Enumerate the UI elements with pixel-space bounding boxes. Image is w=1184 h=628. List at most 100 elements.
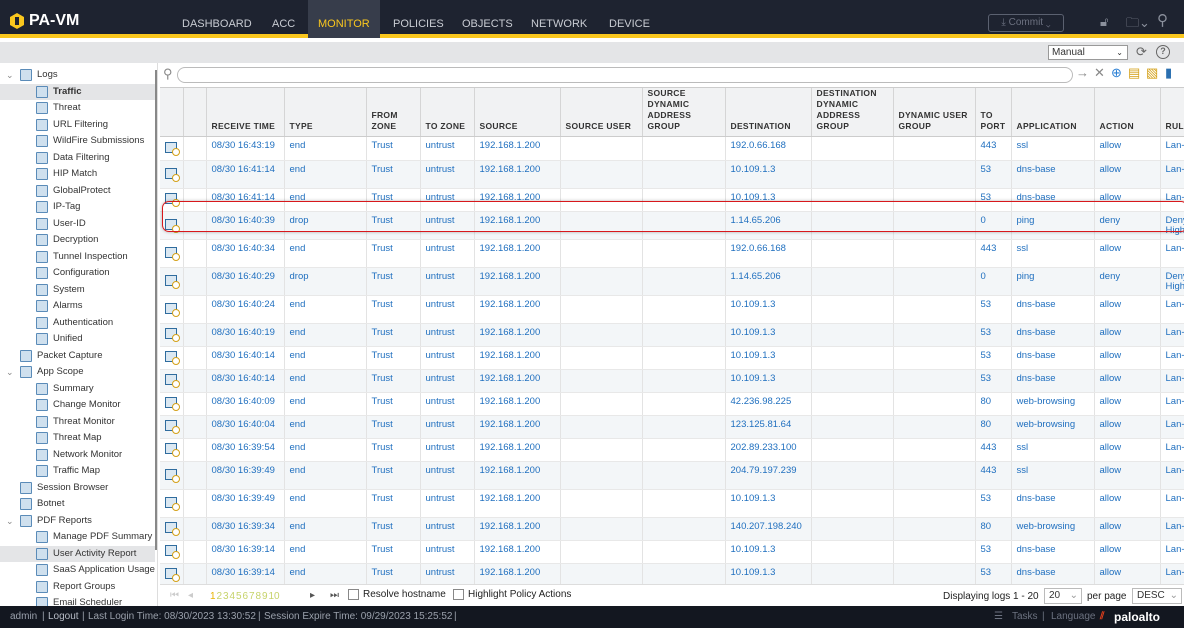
destination-cell[interactable]: 140.207.198.240 xyxy=(725,517,812,541)
sidebar-item-threat[interactable]: Threat xyxy=(0,100,155,116)
column-header-action[interactable]: ACTION xyxy=(1094,88,1161,137)
rule-cell[interactable]: Deny High xyxy=(1160,211,1184,240)
receive-time-cell[interactable]: 08/30 16:40:14 xyxy=(206,369,285,393)
source-cell[interactable]: 192.168.1.200 xyxy=(474,239,561,268)
to-port-cell[interactable]: 53 xyxy=(975,323,1012,347)
source-cell[interactable]: 192.168.1.200 xyxy=(474,563,561,584)
sidebar-scrollbar[interactable] xyxy=(155,70,157,550)
application-cell[interactable]: dns-base xyxy=(1011,346,1095,370)
to-port-cell[interactable]: 443 xyxy=(975,239,1012,268)
receive-time-cell[interactable]: 08/30 16:39:49 xyxy=(206,489,285,518)
type-cell[interactable]: end xyxy=(284,346,367,370)
rule-cell[interactable]: Lan-T xyxy=(1160,136,1184,161)
source-cell[interactable]: 192.168.1.200 xyxy=(474,369,561,393)
destination-cell[interactable]: 10.109.1.3 xyxy=(725,295,812,324)
source-cell[interactable]: 192.168.1.200 xyxy=(474,438,561,462)
type-cell[interactable]: end xyxy=(284,323,367,347)
load-filter-icon[interactable]: ▧ xyxy=(1146,65,1158,81)
to-port-cell[interactable]: 53 xyxy=(975,489,1012,518)
to-port-cell[interactable]: 53 xyxy=(975,540,1012,564)
log-detail-cell[interactable] xyxy=(160,267,184,296)
from-zone-cell[interactable]: Trust xyxy=(366,239,421,268)
application-cell[interactable]: web-browsing xyxy=(1011,517,1095,541)
destination-cell[interactable]: 1.14.65.206 xyxy=(725,267,812,296)
sidebar-item-packet-capture[interactable]: Packet Capture xyxy=(0,348,155,364)
refresh-interval-select[interactable]: Manual ⌄ xyxy=(1048,45,1128,60)
detailed-log-view-icon[interactable] xyxy=(165,328,181,342)
column-header-source-dynamic-address-group[interactable]: SOURCE DYNAMIC ADDRESS GROUP xyxy=(642,88,726,137)
from-zone-cell[interactable]: Trust xyxy=(366,136,421,161)
application-cell[interactable]: dns-base xyxy=(1011,295,1095,324)
action-cell[interactable]: allow xyxy=(1094,392,1161,416)
source-cell[interactable]: 192.168.1.200 xyxy=(474,160,561,189)
rule-cell[interactable]: Lan-T xyxy=(1160,160,1184,189)
source-cell[interactable]: 192.168.1.200 xyxy=(474,461,561,490)
to-zone-cell[interactable]: untrust xyxy=(420,540,475,564)
help-icon[interactable]: ? xyxy=(1156,45,1170,59)
sidebar-item-change-monitor[interactable]: Change Monitor xyxy=(0,397,155,413)
type-cell[interactable]: end xyxy=(284,392,367,416)
nav-tab-network[interactable]: NETWORK xyxy=(521,0,597,38)
to-zone-cell[interactable]: untrust xyxy=(420,188,475,212)
sidebar-item-logs[interactable]: ⌄ Logs xyxy=(0,67,155,83)
rule-cell[interactable]: Lan-T xyxy=(1160,489,1184,518)
column-header-blank[interactable] xyxy=(160,88,184,137)
nav-tab-objects[interactable]: OBJECTS xyxy=(452,0,523,38)
type-cell[interactable]: drop xyxy=(284,211,367,240)
source-cell[interactable]: 192.168.1.200 xyxy=(474,188,561,212)
rule-cell[interactable]: Lan-T xyxy=(1160,323,1184,347)
log-detail-cell[interactable] xyxy=(160,540,184,564)
to-zone-cell[interactable]: untrust xyxy=(420,323,475,347)
action-cell[interactable]: deny xyxy=(1094,211,1161,240)
source-cell[interactable]: 192.168.1.200 xyxy=(474,346,561,370)
receive-time-cell[interactable]: 08/30 16:39:34 xyxy=(206,517,285,541)
action-cell[interactable]: allow xyxy=(1094,461,1161,490)
receive-time-cell[interactable]: 08/30 16:40:14 xyxy=(206,346,285,370)
application-cell[interactable]: ssl xyxy=(1011,461,1095,490)
nav-tab-policies[interactable]: POLICIES xyxy=(383,0,454,38)
destination-cell[interactable]: 10.109.1.3 xyxy=(725,323,812,347)
to-port-cell[interactable]: 53 xyxy=(975,346,1012,370)
nav-tab-device[interactable]: DEVICE xyxy=(599,0,660,38)
action-cell[interactable]: allow xyxy=(1094,369,1161,393)
application-cell[interactable]: ping xyxy=(1011,267,1095,296)
destination-cell[interactable]: 202.89.233.100 xyxy=(725,438,812,462)
detailed-log-view-icon[interactable] xyxy=(165,351,181,365)
sidebar-item-url-filtering[interactable]: URL Filtering xyxy=(0,117,155,133)
destination-cell[interactable]: 10.109.1.3 xyxy=(725,489,812,518)
page-link-1[interactable]: 1 xyxy=(210,591,216,602)
receive-time-cell[interactable]: 08/30 16:40:09 xyxy=(206,392,285,416)
log-filter-input[interactable] xyxy=(177,67,1073,83)
page-link-3[interactable]: 3 xyxy=(223,591,229,602)
detailed-log-view-icon[interactable] xyxy=(165,468,181,483)
receive-time-cell[interactable]: 08/30 16:40:04 xyxy=(206,415,285,439)
source-cell[interactable]: 192.168.1.200 xyxy=(474,136,561,161)
application-cell[interactable]: dns-base xyxy=(1011,540,1095,564)
source-cell[interactable]: 192.168.1.200 xyxy=(474,211,561,240)
destination-cell[interactable]: 1.14.65.206 xyxy=(725,211,812,240)
detailed-log-view-icon[interactable] xyxy=(165,397,181,411)
to-zone-cell[interactable]: untrust xyxy=(420,346,475,370)
table-row[interactable]: 08/30 16:41:14 end Trust untrust 192.168.1.2… xyxy=(160,160,1184,189)
page-link-4[interactable]: 4 xyxy=(230,591,236,602)
sidebar-item-app-scope[interactable]: ⌄ App Scope xyxy=(0,364,155,380)
page-link-6[interactable]: 6 xyxy=(243,591,249,602)
column-header-from-zone[interactable]: FROM ZONE xyxy=(366,88,421,137)
destination-cell[interactable]: 42.236.98.225 xyxy=(725,392,812,416)
table-row[interactable]: 08/30 16:39:49 end Trust untrust 192.168.1.2… xyxy=(160,489,1184,518)
column-header-destination[interactable]: DESTINATION xyxy=(725,88,812,137)
destination-cell[interactable]: 10.109.1.3 xyxy=(725,369,812,393)
destination-cell[interactable]: 10.109.1.3 xyxy=(725,563,812,584)
action-cell[interactable]: allow xyxy=(1094,160,1161,189)
to-port-cell[interactable]: 53 xyxy=(975,160,1012,189)
sort-order-select[interactable]: DESC ⌄ xyxy=(1132,588,1182,604)
action-cell[interactable]: allow xyxy=(1094,239,1161,268)
from-zone-cell[interactable]: Trust xyxy=(366,211,421,240)
application-cell[interactable]: dns-base xyxy=(1011,188,1095,212)
chevron-down-icon[interactable]: ⌄ xyxy=(6,67,14,83)
destination-cell[interactable]: 10.109.1.3 xyxy=(725,188,812,212)
rule-cell[interactable]: Lan-T xyxy=(1160,369,1184,393)
column-header-source[interactable]: SOURCE xyxy=(474,88,561,137)
receive-time-cell[interactable]: 08/30 16:39:14 xyxy=(206,540,285,564)
log-detail-cell[interactable] xyxy=(160,346,184,370)
